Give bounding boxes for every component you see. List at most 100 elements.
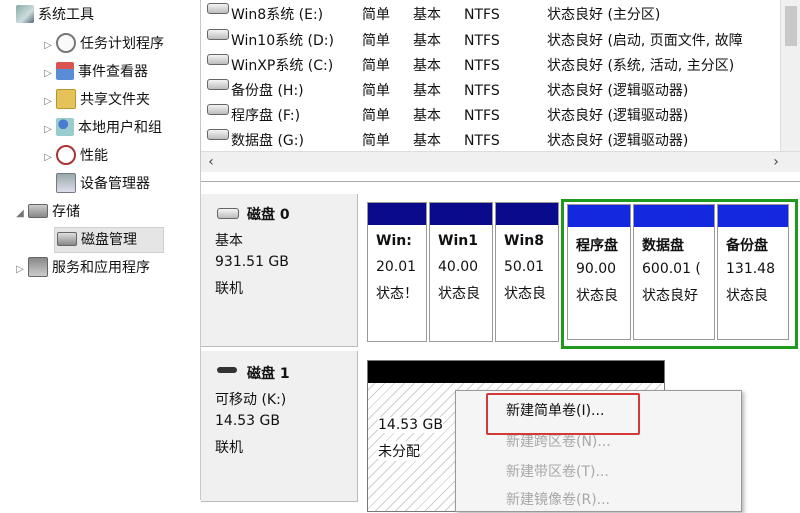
clock-icon <box>56 33 76 53</box>
expand-arrow-icon[interactable]: ▷ <box>42 118 54 142</box>
partition-program[interactable]: 程序盘 90.00 状态良 <box>567 204 631 340</box>
volume-layout: 简单 <box>362 7 390 23</box>
storage-icon <box>28 204 48 218</box>
volume-status: 状态良好 (逻辑驱动器) <box>547 108 689 124</box>
primary-partition-bar <box>368 203 426 225</box>
tree-label: 磁盘管理 <box>81 232 137 248</box>
volume-fs: NTFS <box>464 58 500 74</box>
tree-item-disk-management[interactable]: 磁盘管理 <box>54 227 164 253</box>
partition-status: 状态良 <box>438 286 480 302</box>
scroll-left-icon[interactable]: ‹ <box>201 152 221 172</box>
drive-icon <box>207 29 229 40</box>
volume-fs: NTFS <box>464 7 500 23</box>
tree-label: 存储 <box>52 204 80 220</box>
menu-new-mirrored-volume[interactable]: 新建镜像卷(R)... <box>506 487 610 513</box>
shared-folder-icon <box>56 89 76 109</box>
volume-fs: NTFS <box>464 108 500 124</box>
disk0-size: 931.51 GB <box>215 254 289 270</box>
tree-item-device-manager[interactable]: 设备管理器 <box>54 172 150 196</box>
unallocated-label: 未分配 <box>378 441 420 461</box>
volume-name: Win8系统 (E:) <box>231 7 324 23</box>
primary-partition-bar <box>496 203 558 225</box>
partition-backup[interactable]: 备份盘 131.48 状态良 <box>717 204 789 340</box>
device-manager-icon <box>56 173 76 193</box>
scroll-right-icon[interactable]: › <box>766 152 786 172</box>
disk1-header[interactable]: 磁盘 1 可移动 (K:) 14.53 GB 联机 <box>201 351 358 502</box>
volume-status: 状态良好 (启动, 页面文件, 故障 <box>547 33 743 49</box>
tree-item-services-apps[interactable]: ▷ 服务和应用程序 <box>14 256 150 280</box>
partition-win8[interactable]: Win8 50.01 状态良 <box>495 202 559 342</box>
disk0-title: 磁盘 0 <box>247 207 290 223</box>
tree-item-local-users[interactable]: ▷ 本地用户和组 <box>42 116 162 140</box>
tree-label: 服务和应用程序 <box>52 260 150 276</box>
console-tree: 系统工具 ▷ 任务计划程序 ▷ 事件查看器 ▷ 共享文件夹 ▷ 本地用户和组 ▷ 性能 设… <box>0 0 201 500</box>
services-icon <box>28 257 48 277</box>
expand-arrow-icon[interactable]: ▷ <box>14 258 26 282</box>
volume-layout: 简单 <box>362 83 390 99</box>
partition-name: Win1 <box>438 233 478 249</box>
users-icon <box>56 118 74 136</box>
volume-type: 基本 <box>413 58 441 74</box>
volume-name: WinXP系统 (C:) <box>231 58 334 74</box>
partition-size: 600.01 ( <box>642 261 701 277</box>
partition-win10[interactable]: Win1 40.00 状态良 <box>429 202 493 342</box>
menu-new-striped-volume[interactable]: 新建带区卷(T)... <box>506 459 609 485</box>
logical-drive-bar <box>568 205 630 227</box>
expand-arrow-icon[interactable]: ▷ <box>42 146 54 170</box>
disk1-title: 磁盘 1 <box>247 366 290 382</box>
unallocated-bar <box>368 361 664 383</box>
partition-size: 131.48 <box>726 261 775 277</box>
tree-label: 共享文件夹 <box>80 92 150 108</box>
partition-status: 状态良 <box>576 288 618 304</box>
volume-name: 程序盘 (F:) <box>231 108 301 124</box>
tree-item-performance[interactable]: ▷ 性能 <box>42 144 108 168</box>
tree-item-storage[interactable]: ◢ 存储 <box>14 200 80 224</box>
volume-type: 基本 <box>413 7 441 23</box>
volume-type: 基本 <box>413 33 441 49</box>
partition-status: 状态良 <box>726 288 768 304</box>
volume-layout: 简单 <box>362 58 390 74</box>
volume-layout: 简单 <box>362 33 390 49</box>
scroll-thumb[interactable] <box>785 6 797 46</box>
volume-name: 备份盘 (H:) <box>231 83 304 99</box>
partition-status: 状态良 <box>504 286 546 302</box>
tree-label: 事件查看器 <box>78 64 148 80</box>
expand-arrow-icon[interactable]: ▷ <box>42 62 54 86</box>
volume-status: 状态良好 (逻辑驱动器) <box>547 83 689 99</box>
volume-name: Win10系统 (D:) <box>231 33 334 49</box>
collapse-arrow-icon[interactable]: ◢ <box>14 202 26 226</box>
drive-icon <box>207 79 229 90</box>
partition-size: 40.00 <box>438 259 479 275</box>
partition-status: 状态良好 <box>642 288 698 304</box>
tree-item-shared-folders[interactable]: ▷ 共享文件夹 <box>42 88 150 112</box>
partition-win-c[interactable]: Win: 20.01 状态！ <box>367 202 427 342</box>
partition-name: Win: <box>376 233 412 249</box>
tree-item-system-tools[interactable]: 系统工具 <box>14 3 94 27</box>
partition-name: 备份盘 <box>726 238 768 254</box>
drive-icon <box>207 3 229 14</box>
volume-type: 基本 <box>413 83 441 99</box>
disk0-type: 基本 <box>215 233 243 249</box>
drive-icon <box>207 54 229 65</box>
drive-icon <box>207 129 229 140</box>
removable-disk-icon <box>217 367 237 373</box>
volume-fs: NTFS <box>464 33 500 49</box>
vertical-scrollbar[interactable] <box>780 0 800 151</box>
expand-arrow-icon[interactable]: ▷ <box>42 90 54 114</box>
disk1-type: 可移动 (K:) <box>215 392 287 408</box>
horizontal-scrollbar[interactable]: ‹ › <box>201 151 800 172</box>
tree-item-task-scheduler[interactable]: ▷ 任务计划程序 <box>42 32 164 56</box>
tree-item-event-viewer[interactable]: ▷ 事件查看器 <box>42 60 148 84</box>
tree-label: 系统工具 <box>38 7 94 23</box>
partition-data[interactable]: 数据盘 600.01 ( 状态良好 <box>633 204 715 340</box>
partition-name: Win8 <box>504 233 544 249</box>
tree-label: 性能 <box>80 148 108 164</box>
partition-size: 90.00 <box>576 261 617 277</box>
volume-status: 状态良好 (系统, 活动, 主分区) <box>547 58 735 74</box>
partition-size: 50.01 <box>504 259 545 275</box>
logical-drive-bar <box>718 205 788 227</box>
disk0-header[interactable]: 磁盘 0 基本 931.51 GB 联机 <box>201 194 358 347</box>
logical-drive-bar <box>634 205 714 227</box>
expand-arrow-icon[interactable]: ▷ <box>42 34 54 58</box>
disk1-status: 联机 <box>215 440 243 456</box>
